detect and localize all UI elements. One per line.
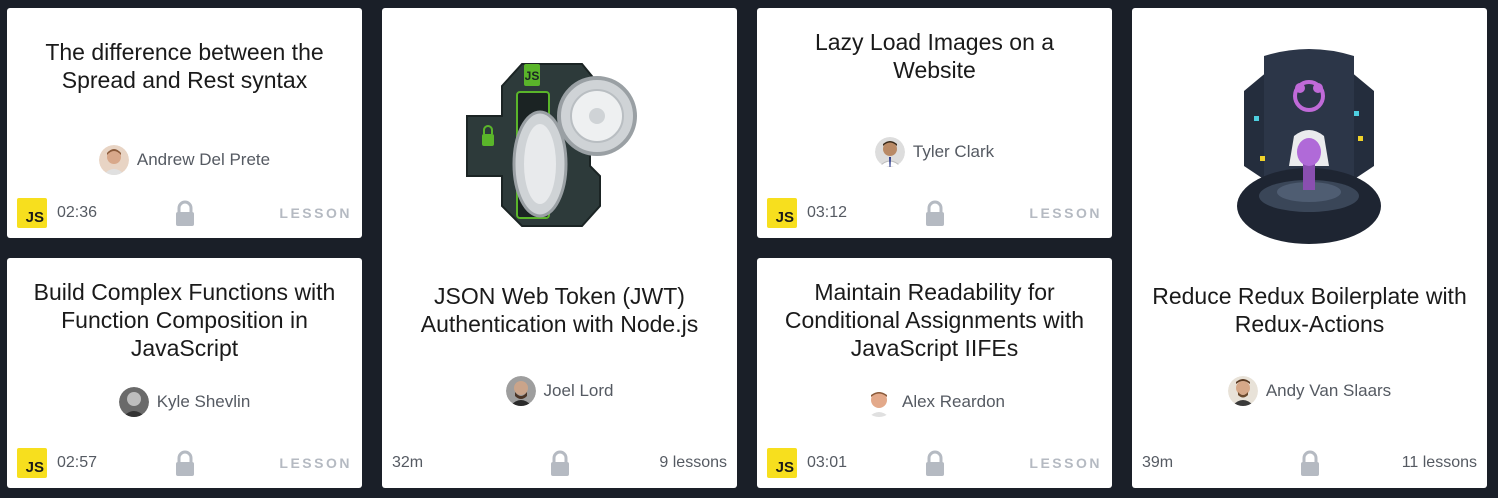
lock-icon	[925, 450, 944, 476]
js-badge-icon: JS	[17, 198, 47, 228]
content-kind: LESSON	[1029, 455, 1102, 471]
card-title[interactable]: Build Complex Functions with Function Co…	[21, 278, 348, 362]
course-card[interactable]: JS JSON Web Token (JWT) Authentication w…	[382, 8, 737, 488]
card-title[interactable]: JSON Web Token (JWT) Authentication with…	[396, 282, 723, 338]
node-jwt-vault-illustration: JS	[466, 63, 637, 227]
card-title[interactable]: The difference between the Spread and Re…	[21, 38, 348, 94]
lesson-count: 11 lessons	[1401, 454, 1477, 471]
card-title[interactable]: Maintain Readability for Conditional Ass…	[771, 278, 1098, 362]
js-badge-icon: JS	[17, 448, 47, 478]
lock-icon	[1300, 450, 1319, 476]
lesson-card[interactable]: Lazy Load Images on a Website Tyler Clar…	[757, 8, 1112, 238]
card-footer: JS 02:57 LESSON	[17, 448, 352, 478]
author-name: Andrew Del Prete	[136, 150, 271, 169]
duration: 02:57	[57, 454, 98, 471]
lesson-card[interactable]: The difference between the Spread and Re…	[7, 8, 362, 238]
content-kind: LESSON	[1029, 205, 1102, 221]
card-footer: JS 03:01 LESSON	[767, 448, 1102, 478]
lock-icon	[175, 450, 194, 476]
avatar	[98, 145, 129, 175]
card-author[interactable]: Andrew Del Prete	[7, 145, 362, 175]
duration: 02:36	[57, 204, 98, 221]
duration: 32m	[392, 454, 424, 471]
avatar	[505, 376, 536, 406]
duration: 03:01	[807, 454, 848, 471]
js-badge-icon: JS	[767, 198, 797, 228]
lesson-card[interactable]: Build Complex Functions with Function Co…	[7, 258, 362, 488]
avatar	[118, 387, 149, 417]
card-footer: JS 03:12 LESSON	[767, 198, 1102, 228]
lesson-count: 9 lessons	[659, 454, 727, 471]
svg-text:JS: JS	[525, 69, 540, 83]
card-title[interactable]: Lazy Load Images on a Website	[771, 28, 1098, 84]
js-badge-icon: JS	[767, 448, 797, 478]
course-card[interactable]: Reduce Redux Boilerplate with Redux-Acti…	[1132, 8, 1487, 488]
card-footer: 39m 11 lessons	[1142, 448, 1477, 478]
author-name: Tyler Clark	[912, 142, 995, 161]
card-footer: JS 02:36 LESSON	[17, 198, 352, 228]
author-name: Kyle Shevlin	[156, 392, 251, 411]
author-name: Joel Lord	[543, 381, 614, 400]
card-author[interactable]: Andy Van Slaars	[1132, 376, 1487, 406]
duration: 39m	[1142, 454, 1174, 471]
redux-illustration	[1237, 49, 1381, 244]
lesson-card[interactable]: Maintain Readability for Conditional Ass…	[757, 258, 1112, 488]
avatar	[863, 387, 894, 417]
content-kind: LESSON	[279, 455, 352, 471]
content-kind: LESSON	[279, 205, 352, 221]
card-footer: 32m 9 lessons	[392, 448, 727, 478]
avatar	[874, 137, 905, 167]
avatar	[1227, 376, 1258, 406]
card-author[interactable]: Kyle Shevlin	[7, 387, 362, 417]
lock-icon	[550, 450, 569, 476]
card-author[interactable]: Alex Reardon	[757, 387, 1112, 417]
card-author[interactable]: Joel Lord	[382, 376, 737, 406]
duration: 03:12	[807, 204, 848, 221]
lock-icon	[175, 200, 194, 226]
card-author[interactable]: Tyler Clark	[757, 137, 1112, 167]
card-title[interactable]: Reduce Redux Boilerplate with Redux-Acti…	[1146, 282, 1473, 338]
lock-icon	[925, 200, 944, 226]
author-name: Alex Reardon	[901, 392, 1005, 411]
author-name: Andy Van Slaars	[1265, 381, 1392, 400]
